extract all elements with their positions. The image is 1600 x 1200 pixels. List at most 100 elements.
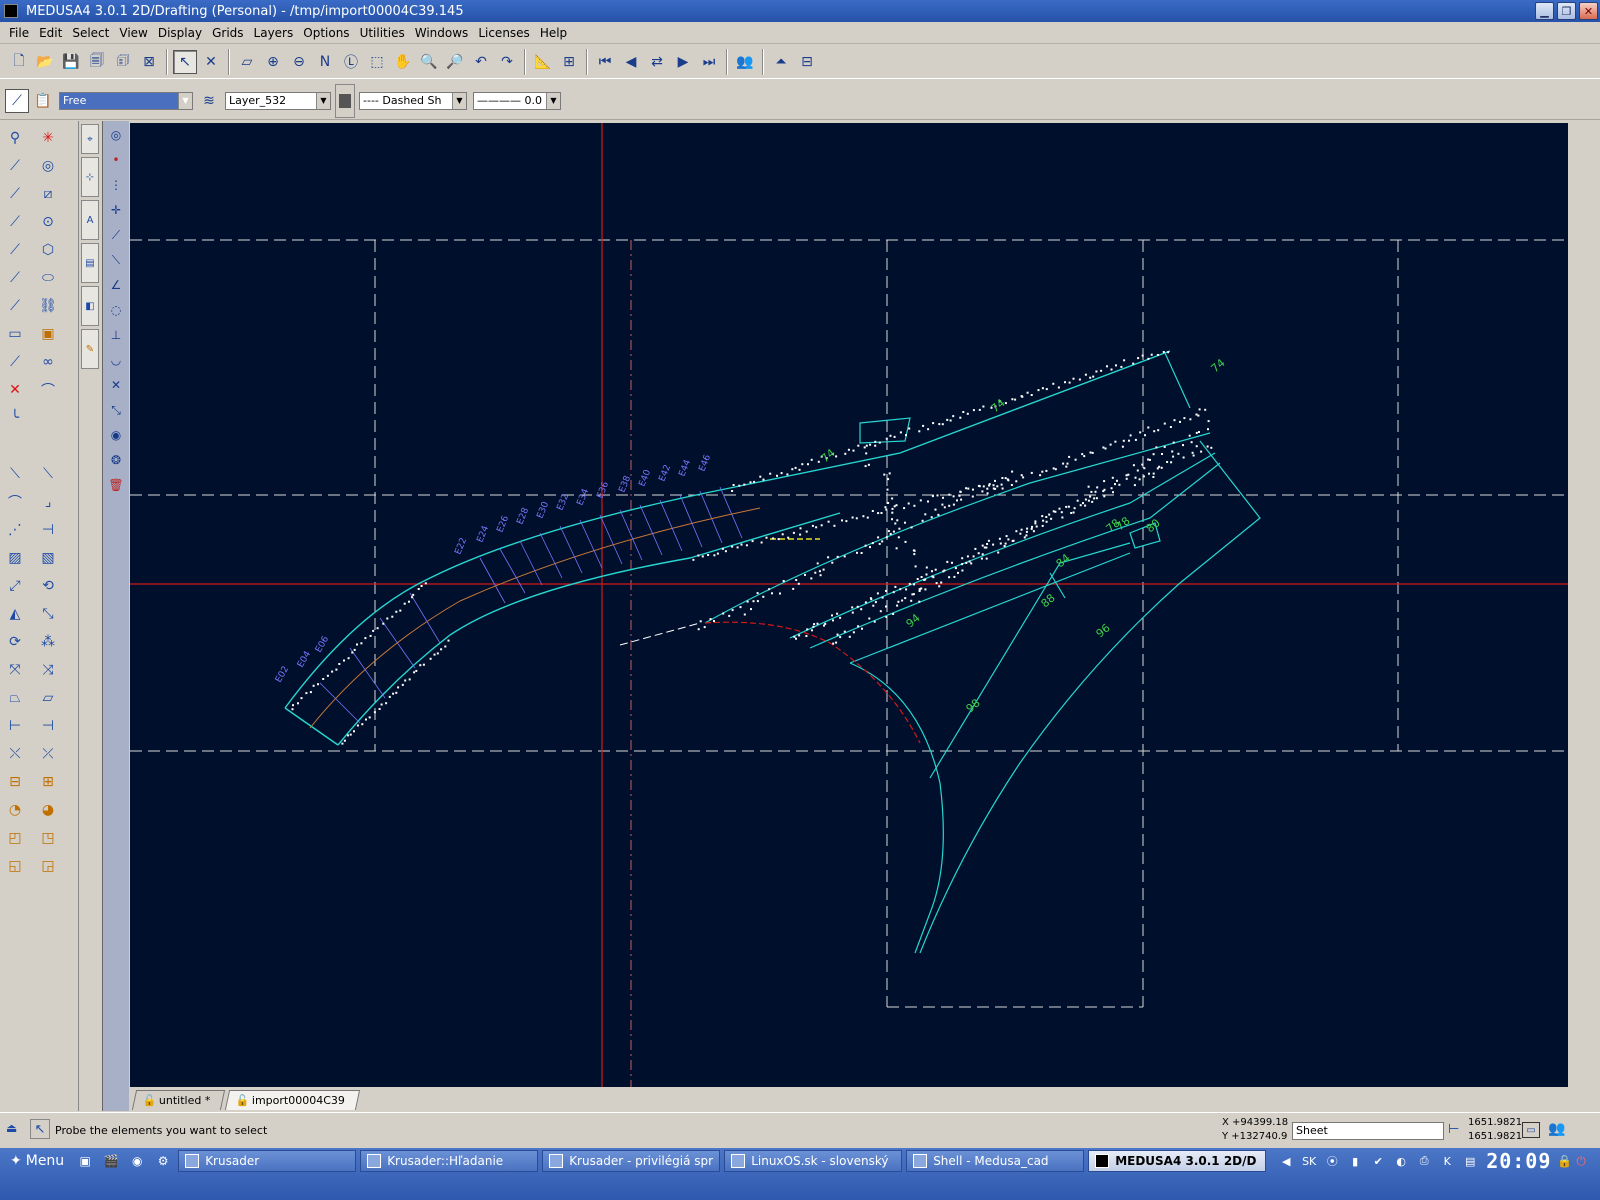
volume-icon[interactable]: ◐ (1391, 1151, 1411, 1171)
taskbar-task[interactable]: Shell - Medusa_cad (906, 1150, 1085, 1172)
trash-icon[interactable]: 🗑 (105, 474, 127, 496)
mirror-tool-icon[interactable]: ◭ (0, 601, 30, 627)
battery-icon[interactable]: ▮ (1345, 1151, 1365, 1171)
array-tool-icon[interactable]: ⁂ (33, 629, 63, 655)
redraw-icon[interactable]: ▱ (235, 50, 259, 74)
menu-grids[interactable]: Grids (207, 26, 248, 40)
zoom-in-icon[interactable]: ⊕ (261, 50, 285, 74)
delete-tool-icon[interactable]: ✕ (0, 377, 30, 403)
drawing-canvas[interactable]: E22 E24 E26 E28 E30 E32 E34 E36 E38 E40 E42 E44 E46 E… (130, 123, 1568, 1087)
sheet-field[interactable]: Sheet (1292, 1122, 1444, 1140)
k-icon[interactable]: K (1437, 1151, 1457, 1171)
taskbar-task[interactable]: LinuxOS.sk - slovenský (724, 1150, 903, 1172)
zoom-plus-icon[interactable]: 🔍 (417, 50, 441, 74)
snap-point-icon[interactable]: • (105, 149, 127, 171)
menu-licenses[interactable]: Licenses (473, 26, 535, 40)
text-tool-icon[interactable]: ⊟ (0, 769, 30, 795)
menu-windows[interactable]: Windows (410, 26, 474, 40)
arc-modify-icon[interactable]: ⌒ (0, 489, 30, 515)
style-mode-select[interactable]: Free ▼ (59, 91, 193, 110)
line-chain-tool-icon[interactable]: ⟋ (0, 293, 30, 319)
symbol-tab-icon[interactable]: ◧ (81, 286, 99, 326)
balloon-tool-icon[interactable]: ◱ (0, 853, 30, 879)
dimension-tool-icon[interactable]: ⊢ (0, 713, 30, 739)
trim-tool-icon[interactable]: ⟍ (33, 461, 63, 487)
box-diagonal-tool-icon[interactable]: ⧄ (33, 181, 63, 207)
save-all-icon[interactable]: 🗊 (111, 50, 135, 74)
snap-mid-icon[interactable]: ⟍ (105, 249, 127, 271)
select-arrow-icon[interactable]: ↖ (173, 49, 197, 74)
save-as-icon[interactable]: 🗐 (85, 50, 109, 74)
tab-import[interactable]: 🔓 import00004C39 (225, 1090, 361, 1110)
symbol-tool-icon[interactable]: ▣ (33, 321, 63, 347)
menu-select[interactable]: Select (67, 26, 114, 40)
snap-nearest-icon[interactable]: ⤡ (105, 399, 127, 421)
hexagon-tool-icon[interactable]: ⬡ (33, 237, 63, 263)
snap-end-icon[interactable]: ⟋ (105, 224, 127, 246)
restore-button[interactable]: ❐ (1557, 2, 1576, 20)
keyboard-layout-icon[interactable]: SK (1299, 1151, 1319, 1171)
snap-all-icon[interactable]: ❂ (105, 449, 127, 471)
measure-alt-tool-icon[interactable]: ⤫ (33, 741, 63, 767)
properties-icon[interactable]: 📋 (31, 89, 55, 113)
corner-tool-icon[interactable]: ⌟ (33, 489, 63, 515)
taskbar-task[interactable]: Krusader (178, 1150, 357, 1172)
open-folder-icon[interactable]: 📂 (33, 50, 57, 74)
menu-edit[interactable]: Edit (34, 26, 67, 40)
window-up-icon[interactable]: ⏶ (769, 50, 793, 74)
snap-center-icon[interactable]: ◌ (105, 299, 127, 321)
line-perp-tool-icon[interactable]: ⟋ (0, 265, 30, 291)
scale-1to1-icon[interactable]: ⊞ (557, 50, 581, 74)
leader-alt-tool-icon[interactable]: ◳ (33, 825, 63, 851)
desktop-icon[interactable]: ▣ (75, 1151, 95, 1171)
taskbar-task[interactable]: Krusader::Hľadanie (360, 1150, 539, 1172)
circle-tool-icon[interactable]: ◎ (33, 153, 63, 179)
snap-angle-icon[interactable]: ∠ (105, 274, 127, 296)
snap-quadrant-icon[interactable]: ◉ (105, 424, 127, 446)
point-tool-icon[interactable]: ⚲ (0, 125, 30, 151)
zoom-name-icon[interactable]: N (313, 50, 337, 74)
region-tool-icon[interactable]: ⏢ (0, 685, 30, 711)
minimize-button[interactable]: ▁ (1535, 2, 1554, 20)
first-sheet-icon[interactable]: ⏮ (593, 50, 617, 74)
text-tab-icon[interactable]: A (81, 200, 99, 240)
close-button[interactable]: ✕ (1579, 2, 1598, 20)
menu-layers[interactable]: Layers (249, 26, 299, 40)
hatch-tool-icon[interactable]: ▨ (0, 545, 30, 571)
power-icon[interactable]: ⏻ (1576, 1154, 1586, 1169)
layers-icon[interactable]: ≋ (197, 89, 221, 113)
swap-sheet-icon[interactable]: ⇄ (645, 50, 669, 74)
curve-tool-icon[interactable]: ╰ (0, 405, 30, 431)
pencil-tab-icon[interactable]: ✎ (81, 329, 99, 369)
eject-icon[interactable]: ⏏ (6, 1121, 17, 1135)
lock-icon[interactable]: 🔒 (1557, 1154, 1572, 1168)
save-icon[interactable]: 💾 (59, 50, 83, 74)
zoom-window-icon[interactable]: ⬚ (365, 50, 389, 74)
select-arrow-icon[interactable]: ↖ (30, 1119, 50, 1139)
redo-icon[interactable]: ↷ (495, 50, 519, 74)
note-alt-tool-icon[interactable]: ◕ (33, 797, 63, 823)
circle-center-tool-icon[interactable]: ⊙ (33, 209, 63, 235)
ruler-icon[interactable]: 📐 (531, 50, 555, 74)
rotate-tool-icon[interactable]: ⟲ (33, 573, 63, 599)
tray-arrow-icon[interactable]: ◀ (1276, 1151, 1296, 1171)
users-icon[interactable]: 👥 (1548, 1121, 1565, 1137)
printer-icon[interactable]: ⎙ (1414, 1151, 1434, 1171)
dimension-alt-tool-icon[interactable]: ⊣ (33, 713, 63, 739)
users-icon[interactable]: 👥 (733, 50, 757, 74)
snap-cross-icon[interactable]: ✕ (105, 374, 127, 396)
linewidth-select[interactable]: ———— 0.0 ▼ (473, 91, 561, 110)
menu-view[interactable]: View (114, 26, 152, 40)
line-parallel-tool-icon[interactable]: ⟋ (0, 237, 30, 263)
line-style-icon[interactable]: ⟋ (5, 88, 29, 113)
menu-help[interactable]: Help (535, 26, 572, 40)
link-tool-icon[interactable]: ⛓ (33, 293, 63, 319)
close-file-icon[interactable]: ⊠ (137, 50, 161, 74)
media-icon[interactable]: 🎬 (101, 1151, 121, 1171)
linetype-select[interactable]: ---- Dashed Sh ▼ (359, 91, 467, 110)
fillet-tool-icon[interactable]: ⌒ (33, 377, 63, 403)
measure-tool-icon[interactable]: ⤬ (0, 741, 30, 767)
offset-tool-icon[interactable]: ⤨ (33, 657, 63, 683)
color-swatch[interactable] (335, 83, 355, 118)
menu-display[interactable]: Display (153, 26, 207, 40)
